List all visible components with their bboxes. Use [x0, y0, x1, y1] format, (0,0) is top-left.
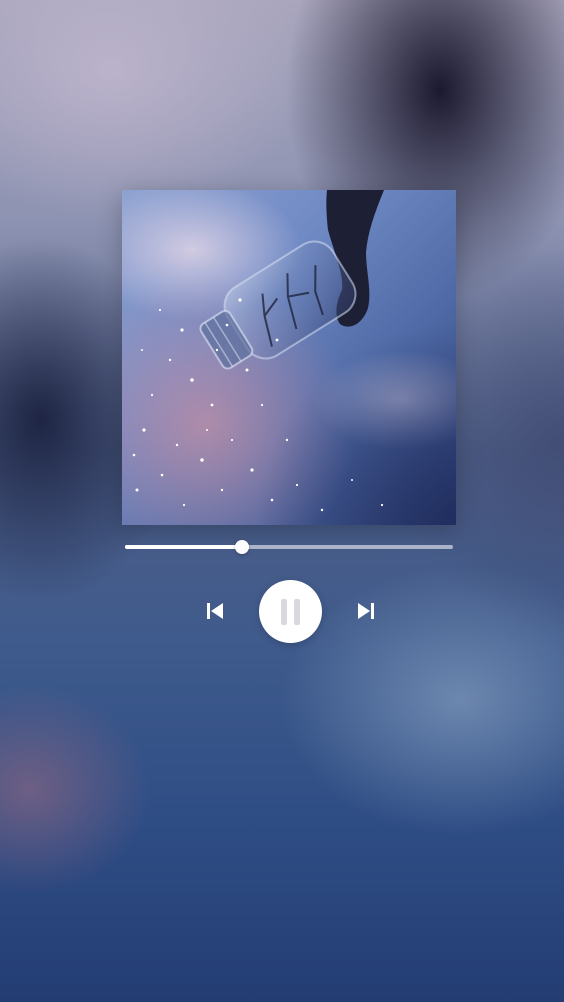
play-pause-button[interactable]: [259, 580, 322, 643]
album-artwork: [122, 190, 456, 525]
pause-icon-bar: [294, 599, 300, 625]
progress-fill: [125, 545, 243, 549]
playback-progress-slider[interactable]: [125, 538, 453, 556]
pause-icon: [281, 599, 287, 625]
skip-next-icon: [358, 603, 374, 619]
music-player-screen: [0, 0, 564, 1002]
progress-thumb[interactable]: [235, 540, 250, 554]
next-track-button[interactable]: [348, 593, 384, 629]
previous-track-button[interactable]: [197, 593, 233, 629]
skip-previous-icon: [207, 603, 223, 619]
